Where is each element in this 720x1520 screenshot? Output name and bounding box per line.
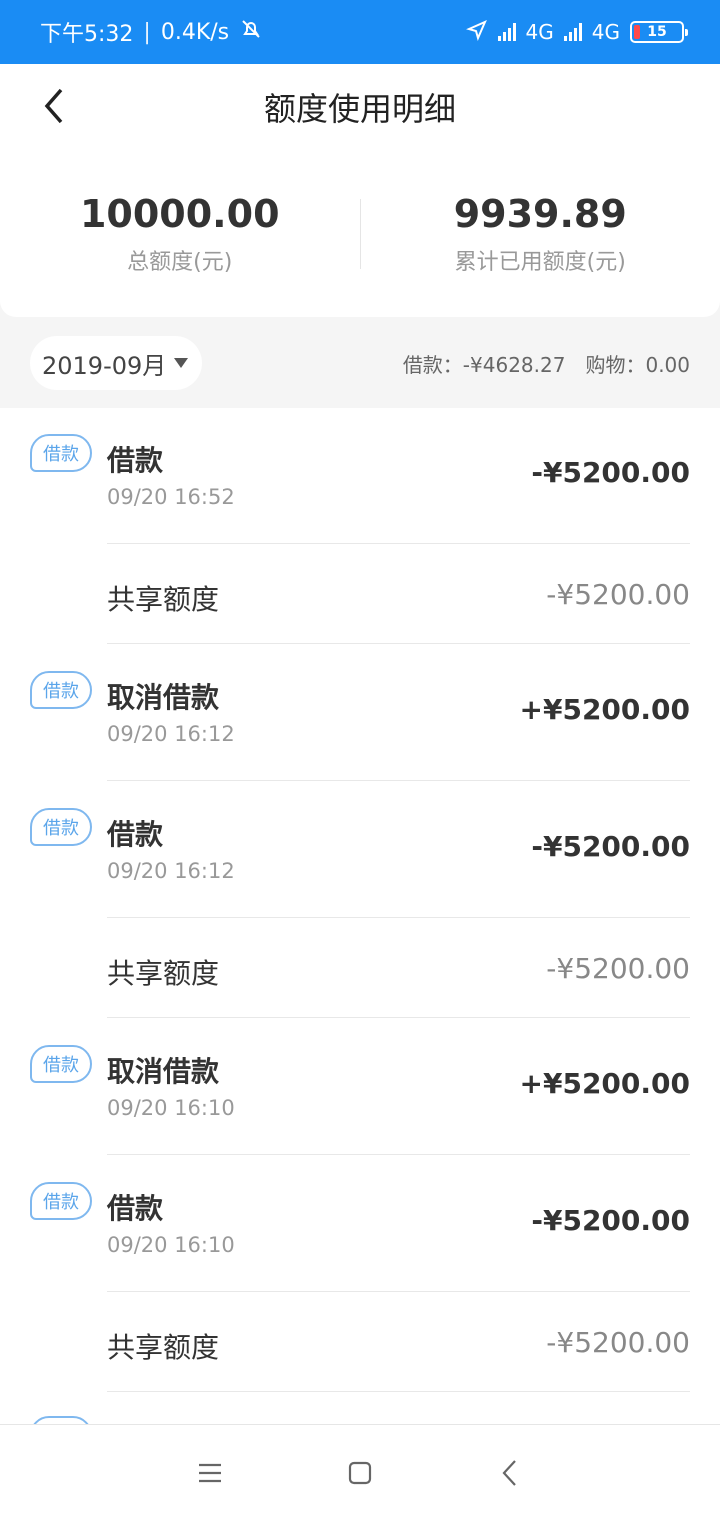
menu-button[interactable] xyxy=(185,1448,235,1498)
status-speed: 0.4K/s xyxy=(160,19,230,45)
total-credit: 10000.00 总额度(元) xyxy=(0,192,360,276)
battery-level: 15 xyxy=(647,24,667,40)
status-bar: 下午5:32 | 0.4K/s 4G 4G 15 xyxy=(0,0,720,64)
record-title: 借款 xyxy=(107,444,164,477)
loan-total: 借款：-¥4628.27 xyxy=(402,352,566,377)
network-type-1: 4G xyxy=(525,20,554,44)
nav-back-button[interactable] xyxy=(485,1448,535,1498)
used-credit-label: 累计已用额度(元) xyxy=(454,249,626,275)
used-credit-value: 9939.89 xyxy=(453,191,627,236)
record-amount: -¥5200.00 xyxy=(531,1204,690,1237)
caret-down-icon xyxy=(174,358,189,368)
record-amount: -¥5200.00 xyxy=(531,456,690,489)
status-left: 下午5:32 | 0.4K/s xyxy=(40,16,263,48)
loan-type-badge: 借款 xyxy=(30,671,92,709)
mute-bell-icon xyxy=(239,17,263,47)
row-divider xyxy=(107,1391,690,1392)
shared-credit-amount: -¥5200.00 xyxy=(546,578,690,611)
back-button[interactable] xyxy=(34,86,74,126)
page-title: 额度使用明细 xyxy=(263,90,456,128)
loan-type-badge: 借款 xyxy=(30,1045,92,1083)
back-chevron-icon xyxy=(44,88,63,124)
total-credit-value: 10000.00 xyxy=(79,191,280,236)
record-amount: +¥5200.00 xyxy=(519,693,690,726)
month-label: 2019-09月 xyxy=(42,351,167,380)
month-totals: 借款：-¥4628.27 购物：0.00 xyxy=(403,349,690,378)
shared-credit-label: 共享额度 xyxy=(107,957,220,990)
system-nav-bar xyxy=(0,1424,720,1520)
record-time: 09/20 16:52 xyxy=(107,485,235,509)
status-time: 下午5:32 xyxy=(40,22,134,47)
total-credit-label: 总额度(元) xyxy=(127,249,233,275)
record-item[interactable]: 借款 取消借款 09/20 16:10 +¥5200.00 xyxy=(0,1018,720,1155)
record-subitem[interactable]: 共享额度 -¥5200.00 xyxy=(0,918,720,1018)
month-selector[interactable]: 2019-09月 xyxy=(30,336,203,390)
shared-credit-amount: -¥5200.00 xyxy=(546,1326,690,1359)
record-time: 09/20 16:12 xyxy=(107,859,235,883)
battery-icon: 15 xyxy=(630,21,688,43)
status-right: 4G 4G 15 xyxy=(465,19,688,46)
record-item[interactable]: 借款 借款 09/20 16:12 -¥5200.00 xyxy=(0,781,720,918)
location-icon xyxy=(465,19,488,46)
record-item[interactable]: 借款 取消借款 09/20 16:12 +¥5200.00 xyxy=(0,644,720,781)
credit-summary: 10000.00 总额度(元) 9939.89 累计已用额度(元) xyxy=(0,150,720,317)
nav-back-icon xyxy=(502,1459,516,1486)
home-icon xyxy=(348,1461,372,1484)
record-item[interactable]: 借款 借款 09/20 16:52 -¥5200.00 xyxy=(0,408,720,545)
signal-icon-2 xyxy=(563,23,582,41)
title-bar: 额度使用明细 xyxy=(0,64,720,150)
signal-icon xyxy=(497,23,516,41)
record-title: 借款 xyxy=(107,1192,164,1225)
record-time: 09/20 16:10 xyxy=(107,1096,235,1120)
loan-type-badge: 借款 xyxy=(30,434,92,472)
network-type-2: 4G xyxy=(591,20,620,44)
shared-credit-label: 共享额度 xyxy=(107,583,220,616)
record-time: 09/20 16:10 xyxy=(107,1233,235,1257)
loan-type-badge: 借款 xyxy=(30,1182,92,1220)
record-item[interactable]: 借款 借款 09/20 16:10 -¥5200.00 xyxy=(0,1155,720,1292)
status-separator: | xyxy=(143,19,151,45)
record-amount: -¥5200.00 xyxy=(531,830,690,863)
loan-type-badge-partial xyxy=(30,1416,92,1424)
record-list[interactable]: 借款 借款 09/20 16:52 -¥5200.00 共享额度 -¥5200.… xyxy=(0,408,720,1424)
shopping-total: 购物：0.00 xyxy=(585,352,690,377)
menu-icon xyxy=(199,1463,221,1482)
record-amount: +¥5200.00 xyxy=(519,1067,690,1100)
month-filter-bar: 2019-09月 借款：-¥4628.27 购物：0.00 xyxy=(0,318,720,408)
record-time: 09/20 16:12 xyxy=(107,722,235,746)
used-credit: 9939.89 累计已用额度(元) xyxy=(361,192,720,276)
record-title: 取消借款 xyxy=(107,681,220,714)
shared-credit-label: 共享额度 xyxy=(107,1331,220,1364)
loan-type-badge: 借款 xyxy=(30,808,92,846)
record-subitem[interactable]: 共享额度 -¥5200.00 xyxy=(0,1292,720,1392)
record-title: 借款 xyxy=(107,818,164,851)
record-title: 取消借款 xyxy=(107,1055,220,1088)
shared-credit-amount: -¥5200.00 xyxy=(546,952,690,985)
home-button[interactable] xyxy=(335,1448,385,1498)
record-subitem[interactable]: 共享额度 -¥5200.00 xyxy=(0,544,720,644)
